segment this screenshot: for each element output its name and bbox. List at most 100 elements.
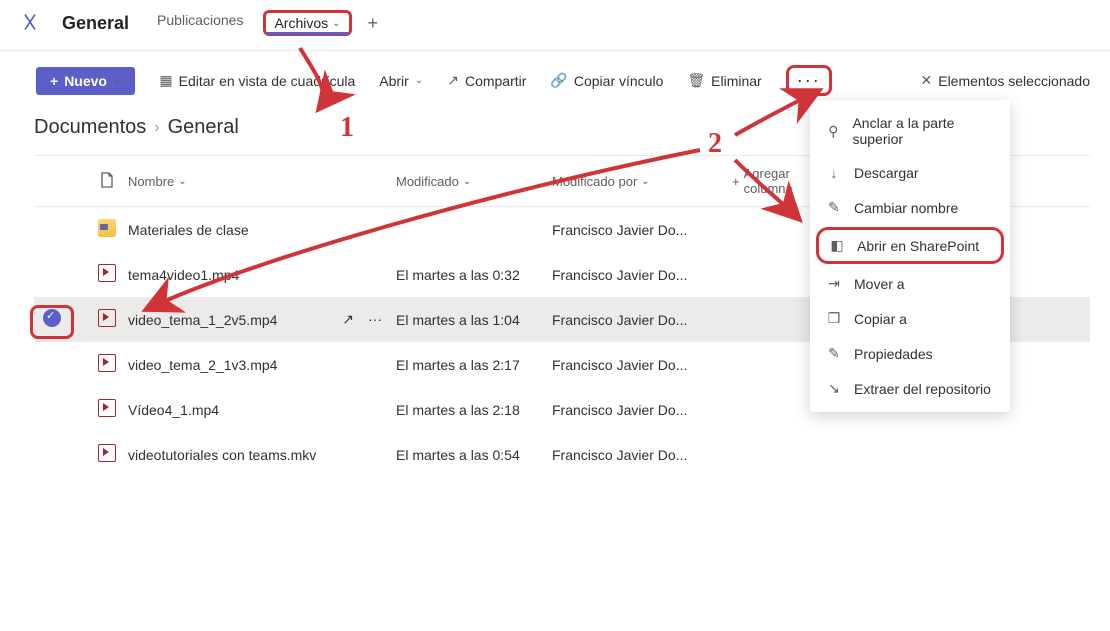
new-button[interactable]: + Nuevo ⌄	[36, 67, 135, 95]
edit-grid-label: Editar en vista de cuadrícula	[179, 73, 356, 89]
plus-icon: +	[50, 73, 58, 89]
delete-button[interactable]: 🗑 Eliminar	[687, 72, 761, 89]
chevron-right-icon: ›	[154, 119, 159, 137]
col-modifiedby-label: Modificado por	[552, 174, 637, 189]
checkout-icon: ↘	[826, 380, 842, 397]
col-modifiedby-header[interactable]: Modificado por ⌄	[552, 174, 732, 189]
tabs: Publicaciones Archivos ⌄ +	[153, 8, 378, 38]
selected-items-label: Elementos seleccionado	[938, 73, 1090, 89]
crumb-root[interactable]: Documentos	[34, 116, 146, 139]
edit-grid-button[interactable]: ▦ Editar en vista de cuadrícula	[159, 72, 355, 89]
close-icon: ✕	[921, 72, 933, 89]
download-icon: ↓	[826, 165, 842, 181]
menu-pin-label: Anclar a la parte superior	[852, 115, 994, 147]
more-actions-button[interactable]: ···	[786, 65, 832, 96]
share-icon: ↗	[447, 72, 459, 89]
col-modified-label: Modificado	[396, 174, 459, 189]
menu-copy-to[interactable]: ❐ Copiar a	[810, 301, 1010, 336]
col-name-header[interactable]: Nombre ⌄	[128, 174, 396, 189]
col-modified-header[interactable]: Modificado ⌄	[396, 174, 552, 189]
menu-rename[interactable]: ✎ Cambiar nombre	[810, 190, 1010, 225]
share-icon[interactable]: ↗	[342, 311, 354, 328]
menu-pin[interactable]: ⚲ Anclar a la parte superior	[810, 106, 1010, 156]
file-modifiedby: Francisco Javier Do...	[552, 312, 687, 328]
file-modified: El martes a las 1:04	[396, 312, 520, 328]
pin-icon: ⚲	[826, 123, 840, 140]
chevron-down-icon: ⌄	[641, 176, 649, 187]
link-icon: 🔗	[550, 72, 567, 89]
annotation-highlight-checkbox	[30, 305, 74, 339]
open-button[interactable]: Abrir ⌄	[379, 73, 423, 89]
menu-rename-label: Cambiar nombre	[854, 200, 958, 216]
row-actions: ↗ ···	[342, 311, 396, 328]
folder-icon	[98, 219, 116, 237]
tab-archivos[interactable]: Archivos ⌄	[263, 10, 351, 36]
crumb-current: General	[168, 116, 239, 139]
chevron-down-icon: ⌄	[415, 75, 423, 86]
delete-label: Eliminar	[711, 73, 762, 89]
right-actions: ✕ Elementos seleccionado	[921, 72, 1091, 89]
file-name[interactable]: videotutoriales con teams.mkv	[128, 447, 316, 463]
file-modifiedby: Francisco Javier Do...	[552, 357, 687, 373]
menu-properties-label: Propiedades	[854, 346, 933, 362]
file-modifiedby: Francisco Javier Do...	[552, 222, 687, 238]
menu-move-to[interactable]: ⇥ Mover a	[810, 266, 1010, 301]
video-icon	[98, 264, 116, 282]
file-modifiedby: Francisco Javier Do...	[552, 402, 687, 418]
menu-checkout-label: Extraer del repositorio	[854, 381, 991, 397]
add-tab-button[interactable]: +	[368, 13, 379, 34]
plus-icon: +	[732, 174, 740, 189]
context-menu: ⚲ Anclar a la parte superior ↓ Descargar…	[810, 100, 1010, 412]
file-name[interactable]: video_tema_1_2v5.mp4	[128, 312, 277, 328]
file-name[interactable]: Materiales de clase	[128, 222, 249, 238]
move-icon: ⇥	[826, 275, 842, 292]
menu-download-label: Descargar	[854, 165, 919, 181]
file-name[interactable]: tema4video1.mp4	[128, 267, 239, 283]
video-icon	[98, 309, 116, 327]
share-label: Compartir	[465, 73, 526, 89]
table-row[interactable]: videotutoriales con teams.mkv El martes …	[34, 432, 1090, 477]
copy-link-label: Copiar vínculo	[574, 73, 664, 89]
trash-icon: 🗑	[687, 72, 705, 89]
channel-header: General Publicaciones Archivos ⌄ +	[0, 0, 1110, 51]
menu-checkout[interactable]: ↘ Extraer del repositorio	[810, 371, 1010, 406]
rename-icon: ✎	[826, 199, 842, 216]
sharepoint-icon: ◧	[829, 237, 845, 254]
menu-move-to-label: Mover a	[854, 276, 905, 292]
menu-properties[interactable]: ✎ Propiedades	[810, 336, 1010, 371]
chevron-down-icon: ⌄	[463, 176, 471, 187]
edit-icon: ✎	[826, 345, 842, 362]
menu-copy-to-label: Copiar a	[854, 311, 907, 327]
menu-download[interactable]: ↓ Descargar	[810, 156, 1010, 190]
channel-title: General	[62, 13, 129, 34]
grid-icon: ▦	[159, 72, 172, 89]
file-modifiedby: Francisco Javier Do...	[552, 447, 687, 463]
file-name[interactable]: video_tema_2_1v3.mp4	[128, 357, 277, 373]
file-modified: El martes a las 2:17	[396, 357, 520, 373]
video-icon	[98, 354, 116, 372]
copy-icon: ❐	[826, 310, 842, 327]
chevron-down-icon: ⌄	[178, 176, 186, 187]
checkbox-checked-icon[interactable]	[43, 309, 61, 327]
tab-archivos-label: Archivos	[274, 15, 328, 31]
chevron-down-icon: ⌄	[332, 18, 340, 29]
menu-open-sharepoint-label: Abrir en SharePoint	[857, 238, 979, 254]
file-modifiedby: Francisco Javier Do...	[552, 267, 687, 283]
file-name[interactable]: Vídeo4_1.mp4	[128, 402, 219, 418]
open-label: Abrir	[379, 73, 409, 89]
new-label: Nuevo	[64, 73, 107, 89]
file-modified: El martes a las 0:32	[396, 267, 520, 283]
file-modified: El martes a las 2:18	[396, 402, 520, 418]
menu-open-sharepoint[interactable]: ◧ Abrir en SharePoint	[816, 227, 1004, 264]
video-icon	[98, 399, 116, 417]
tools-icon	[20, 12, 40, 35]
col-name-label: Nombre	[128, 174, 174, 189]
file-modified: El martes a las 0:54	[396, 447, 520, 463]
row-more-icon[interactable]: ···	[368, 311, 382, 328]
share-button[interactable]: ↗ Compartir	[447, 72, 526, 89]
file-type-icon-header	[86, 172, 128, 191]
copy-link-button[interactable]: 🔗 Copiar vínculo	[550, 72, 663, 89]
chevron-down-icon: ⌄	[113, 75, 121, 86]
selected-items-indicator[interactable]: ✕ Elementos seleccionado	[921, 72, 1091, 89]
tab-publicaciones[interactable]: Publicaciones	[153, 8, 247, 38]
